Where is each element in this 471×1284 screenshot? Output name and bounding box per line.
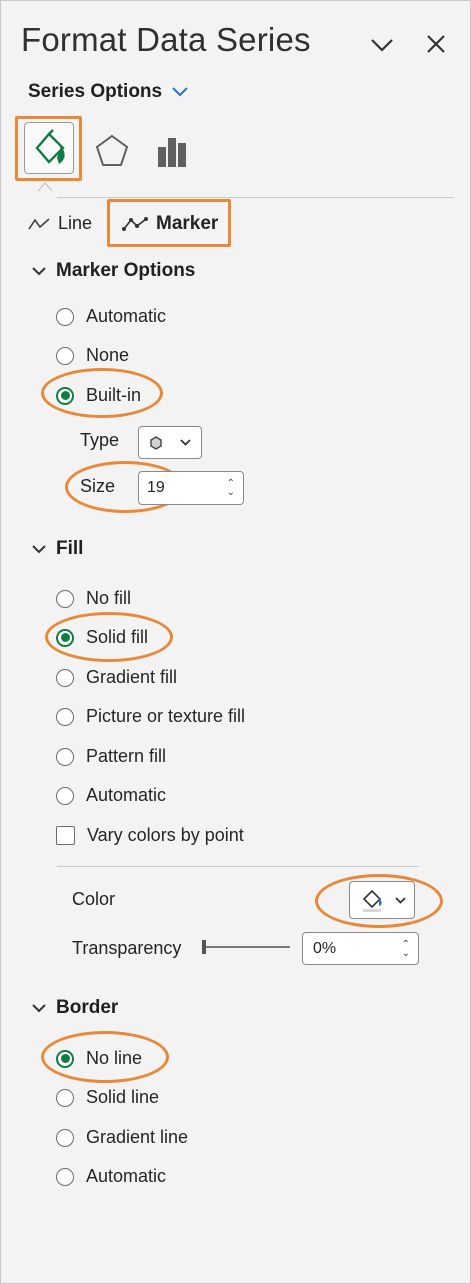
subtab-marker[interactable]: Marker [122, 213, 218, 235]
fill-divider [57, 866, 419, 867]
radio-fill-automatic[interactable]: Automatic [56, 785, 166, 806]
marker-options-header[interactable]: Marker Options [32, 260, 195, 282]
fill-color-picker[interactable] [349, 881, 415, 919]
line-icon [28, 217, 50, 229]
marker-size-spinner[interactable]: 19 ⌃ ⌄ [138, 471, 244, 505]
radio-gradient-fill[interactable]: Gradient fill [56, 667, 177, 688]
paint-bucket-icon [362, 889, 382, 912]
radio-gradient-line[interactable]: Gradient line [56, 1127, 188, 1148]
radio-button[interactable] [56, 589, 74, 608]
pane-title: Format Data Series [21, 21, 311, 58]
series-options-dropdown[interactable]: Series Options [28, 81, 188, 103]
radio-border-automatic[interactable]: Automatic [56, 1166, 166, 1187]
radio-label: Solid line [86, 1087, 160, 1107]
size-value: 19 [147, 479, 165, 496]
border-header[interactable]: Border [32, 997, 118, 1019]
type-label: Type [80, 430, 120, 450]
decrement-arrow-icon[interactable]: ⌄ [402, 948, 410, 958]
chevron-down-icon [371, 39, 393, 52]
decrement-arrow-icon[interactable]: ⌄ [227, 488, 235, 498]
fill-header[interactable]: Fill [32, 538, 83, 560]
radio-label: Pattern fill [86, 746, 167, 766]
size-stepper[interactable]: ⌃ ⌄ [227, 479, 235, 498]
subtab-marker-label: Marker [156, 213, 219, 234]
radio-button[interactable] [56, 1088, 74, 1107]
slider-track [206, 946, 290, 948]
fill-heading: Fill [56, 538, 84, 559]
radio-button[interactable] [56, 1167, 74, 1186]
radio-no-line[interactable]: No line [56, 1048, 142, 1069]
series-options-label: Series Options [28, 81, 163, 102]
chevron-down-icon [180, 439, 191, 446]
radio-button[interactable] [56, 668, 74, 687]
radio-label: None [86, 345, 130, 365]
transparency-value: 0% [313, 939, 337, 957]
radio-label: No line [86, 1048, 143, 1068]
marker-shape-icon [150, 435, 162, 450]
radio-label: Solid fill [86, 627, 149, 647]
transparency-label: Transparency [72, 938, 182, 958]
chevron-down-icon [395, 896, 406, 904]
radio-label: Gradient line [86, 1127, 189, 1147]
radio-marker-built-in[interactable]: Built-in [56, 385, 141, 406]
radio-pattern-fill[interactable]: Pattern fill [56, 746, 166, 767]
transparency-stepper[interactable]: ⌃ ⌄ [402, 939, 410, 958]
radio-button[interactable] [56, 707, 74, 726]
radio-button[interactable] [56, 786, 74, 805]
chevron-down-icon [32, 544, 46, 553]
radio-no-fill[interactable]: No fill [56, 588, 131, 609]
format-data-series-pane: Format Data Series Series Options Line M… [0, 0, 471, 1284]
close-icon [427, 35, 445, 53]
radio-button[interactable] [56, 346, 74, 365]
radio-button[interactable] [56, 307, 74, 326]
tab-fill-line[interactable] [24, 122, 74, 174]
tab-series-options[interactable] [147, 125, 197, 177]
transparency-slider[interactable] [202, 937, 292, 957]
vary-colors-checkbox-row[interactable]: Vary colors by point [56, 825, 244, 846]
radio-marker-none[interactable]: None [56, 345, 129, 366]
radio-label: Picture or texture fill [86, 706, 246, 726]
radio-picture-texture-fill[interactable]: Picture or texture fill [56, 706, 245, 727]
tab-divider [57, 197, 453, 198]
size-label: Size [80, 476, 116, 496]
paint-bucket-icon [35, 129, 65, 164]
selected-tab-pointer [37, 179, 53, 192]
radio-solid-fill[interactable]: Solid fill [56, 627, 148, 648]
radio-label: Automatic [86, 785, 167, 805]
subtab-line-label: Line [58, 213, 93, 233]
radio-button[interactable] [56, 747, 74, 766]
chevron-down-icon [32, 1003, 46, 1012]
chevron-down-icon [172, 87, 188, 97]
pentagon-icon [95, 134, 129, 166]
radio-label: No fill [86, 588, 132, 608]
radio-label: Gradient fill [86, 667, 178, 687]
border-heading: Border [56, 997, 119, 1018]
collapse-pane-button[interactable] [367, 31, 397, 59]
radio-button[interactable] [56, 1128, 74, 1147]
marker-options-heading: Marker Options [56, 260, 196, 281]
close-pane-button[interactable] [421, 29, 451, 59]
radio-label: Built-in [86, 385, 142, 405]
vary-colors-checkbox[interactable] [56, 826, 75, 845]
radio-marker-automatic[interactable]: Automatic [56, 306, 166, 327]
bar-chart-icon [158, 138, 186, 167]
radio-label: Automatic [86, 306, 167, 326]
vary-colors-label: Vary colors by point [87, 825, 244, 845]
transparency-spinner[interactable]: 0% ⌃ ⌄ [302, 932, 419, 965]
subtab-line[interactable]: Line [28, 213, 92, 234]
radio-solid-line[interactable]: Solid line [56, 1087, 159, 1108]
radio-button-selected[interactable] [56, 1049, 74, 1068]
tab-effects[interactable] [87, 125, 137, 177]
radio-button-selected[interactable] [56, 386, 74, 405]
radio-button-selected[interactable] [56, 628, 74, 647]
marker-type-dropdown[interactable] [138, 426, 202, 459]
chevron-down-icon [32, 266, 46, 275]
radio-label: Automatic [86, 1166, 167, 1186]
color-label: Color [72, 889, 116, 909]
marker-line-icon [122, 217, 148, 231]
